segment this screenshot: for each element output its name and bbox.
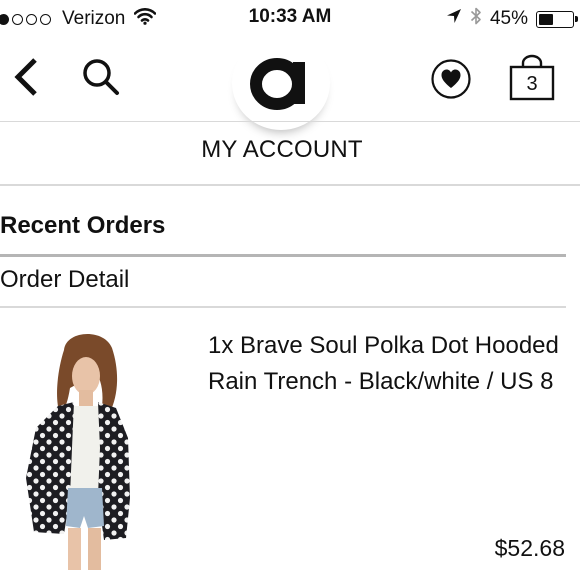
asos-logo xyxy=(247,46,315,126)
section-divider xyxy=(0,254,566,257)
product-image[interactable] xyxy=(0,328,188,570)
navigation-bar: 3 xyxy=(0,36,580,130)
search-icon xyxy=(81,57,121,102)
order-detail-heading: Order Detail xyxy=(0,266,130,293)
location-arrow-icon xyxy=(446,8,462,30)
status-bar: Verizon 10:33 AM 45% xyxy=(0,0,580,38)
battery-percent: 45% xyxy=(489,8,528,29)
home-logo-link[interactable] xyxy=(232,36,330,130)
search-button[interactable] xyxy=(78,56,124,102)
section-title: Recent Orders xyxy=(0,212,166,239)
divider xyxy=(0,306,566,308)
battery-icon xyxy=(536,10,578,28)
shopping-bag-button[interactable]: 3 xyxy=(508,54,556,104)
order-item-name[interactable]: 1x Brave Soul Polka Dot Hooded Rain Tren… xyxy=(208,328,568,400)
order-item-price: $52.68 xyxy=(494,535,565,561)
wishlist-button[interactable] xyxy=(428,58,474,104)
divider xyxy=(0,121,580,122)
page-title: MY ACCOUNT xyxy=(201,136,363,163)
status-right: 45% xyxy=(438,6,578,32)
battery-fill xyxy=(539,13,553,25)
back-button[interactable] xyxy=(6,54,46,104)
bag-count-badge: 3 xyxy=(526,73,538,95)
bluetooth-icon xyxy=(470,6,482,32)
battery-tip xyxy=(575,15,578,22)
divider xyxy=(0,184,580,186)
heart-icon xyxy=(430,58,472,105)
chevron-left-icon xyxy=(11,56,41,103)
